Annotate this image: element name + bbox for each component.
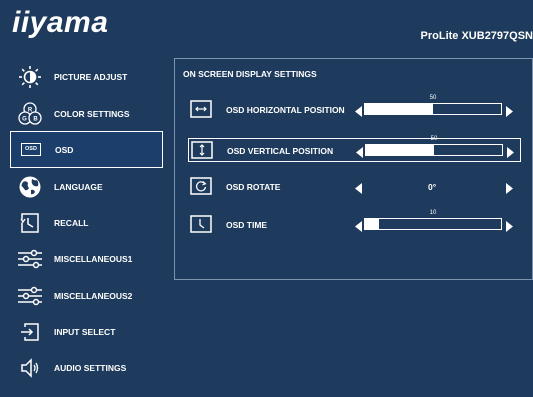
sidebar-item-miscellaneous1[interactable]: MISCELLANEOUS1	[10, 240, 163, 277]
sidebar-item-label: OSD	[55, 144, 74, 155]
rotate-value: 0°	[428, 182, 437, 192]
sidebar-item-label: PICTURE ADJUST	[54, 71, 128, 82]
sidebar-item-label: RECALL	[54, 217, 89, 228]
sidebar-item-label: MISCELLANEOUS1	[54, 253, 133, 264]
svg-text:B: B	[33, 116, 38, 122]
setting-label: OSD VERTICAL POSITION	[227, 146, 334, 156]
sidebar-item-audio-settings[interactable]: AUDIO SETTINGS	[10, 349, 163, 386]
setting-row-osd-time[interactable]: OSD TIME 10	[188, 210, 521, 237]
svg-text:G: G	[22, 116, 27, 122]
next-arrow-icon[interactable]	[506, 181, 513, 199]
timer-icon	[190, 215, 212, 233]
globe-icon	[16, 174, 44, 200]
horizontal-position-icon	[190, 100, 212, 118]
sidebar-item-osd[interactable]: OSD OSD	[10, 131, 163, 168]
osd-icon: OSD	[17, 137, 45, 163]
setting-row-osd-vertical-position[interactable]: OSD VERTICAL POSITION 50	[188, 136, 521, 163]
sidebar-item-picture-adjust[interactable]: PICTURE ADJUST	[10, 58, 163, 95]
model-name: ProLite XUB2797QSN	[420, 30, 533, 42]
slider-fill	[366, 145, 434, 155]
setting-row-osd-rotate[interactable]: OSD ROTATE 0°	[188, 175, 521, 199]
increase-arrow-icon[interactable]	[507, 145, 514, 163]
brightness-icon	[16, 64, 44, 90]
setting-label: OSD ROTATE	[226, 182, 281, 192]
rgb-icon: R G B	[16, 101, 44, 127]
speaker-icon	[16, 355, 44, 381]
brand-logo: iiyama	[12, 6, 109, 39]
slider-value: 50	[429, 95, 437, 101]
sliders-icon	[16, 246, 44, 272]
previous-arrow-icon[interactable]	[355, 181, 362, 199]
osd-settings-panel: ON SCREEN DISPLAY SETTINGS OSD HORIZONTA…	[174, 58, 533, 280]
setting-row-osd-horizontal-position[interactable]: OSD HORIZONTAL POSITION 50	[188, 95, 521, 122]
sidebar-item-color-settings[interactable]: R G B COLOR SETTINGS	[10, 95, 163, 132]
decrease-arrow-icon[interactable]	[356, 145, 363, 163]
sidebar-item-input-select[interactable]: INPUT SELECT	[10, 313, 163, 350]
slider-value: 50	[430, 136, 438, 142]
time-slider[interactable]	[364, 218, 502, 230]
header: iiyama ProLite XUB2797QSN	[0, 0, 533, 52]
panel-title: ON SCREEN DISPLAY SETTINGS	[183, 69, 317, 79]
sliders-icon	[16, 283, 44, 309]
sidebar-item-label: INPUT SELECT	[54, 326, 116, 337]
input-icon	[16, 319, 44, 345]
osd-icon-label: OSD	[21, 143, 41, 156]
setting-label: OSD HORIZONTAL POSITION	[226, 105, 345, 115]
sidebar-item-label: LANGUAGE	[54, 181, 103, 192]
svg-text:R: R	[28, 107, 33, 113]
decrease-arrow-icon[interactable]	[355, 219, 362, 237]
sidebar-item-label: MISCELLANEOUS2	[54, 290, 133, 301]
decrease-arrow-icon[interactable]	[355, 104, 362, 122]
slider-fill	[365, 104, 433, 114]
slider-value: 10	[429, 210, 437, 216]
position-slider[interactable]	[365, 144, 503, 156]
position-slider[interactable]	[364, 103, 502, 115]
setting-label: OSD TIME	[226, 220, 268, 230]
vertical-position-icon	[191, 141, 213, 159]
increase-arrow-icon[interactable]	[506, 104, 513, 122]
sidebar-item-recall[interactable]: RECALL	[10, 204, 163, 241]
rotate-icon	[190, 177, 212, 195]
sidebar-item-label: AUDIO SETTINGS	[54, 362, 127, 373]
sidebar-item-miscellaneous2[interactable]: MISCELLANEOUS2	[10, 277, 163, 314]
increase-arrow-icon[interactable]	[506, 219, 513, 237]
sidebar-item-label: COLOR SETTINGS	[54, 108, 130, 119]
slider-fill	[365, 219, 379, 229]
recall-icon	[16, 210, 44, 236]
sidebar-item-language[interactable]: LANGUAGE	[10, 168, 163, 205]
